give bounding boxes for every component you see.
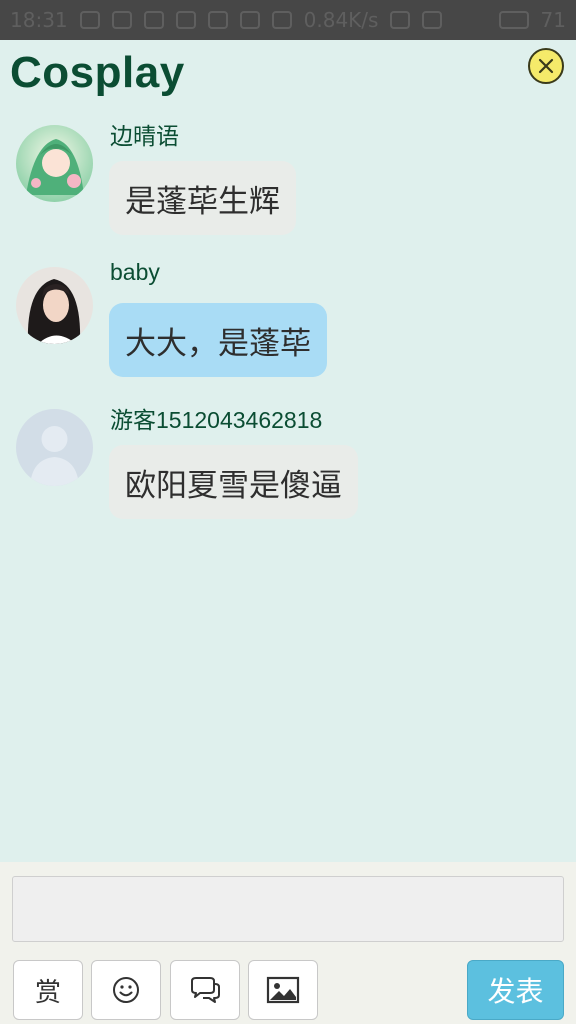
- message-icon: [111, 11, 132, 29]
- message-username: 边晴语: [110, 123, 179, 149]
- reward-button[interactable]: 赏: [13, 960, 83, 1020]
- keyboard-icon: [271, 11, 292, 29]
- emoji-button[interactable]: [91, 960, 161, 1020]
- app-icon: [207, 11, 228, 29]
- close-button[interactable]: [528, 48, 564, 84]
- shield-icon: [143, 11, 164, 29]
- message-username: baby: [110, 259, 160, 285]
- message-bubble: 是蓬荜生辉: [109, 161, 296, 235]
- smiley-icon: [113, 977, 139, 1003]
- chat-panel: Cosplay 边晴语 是蓬荜生辉 baby 大大，是蓬荜 游客15120434…: [0, 40, 576, 862]
- message-bubble: 大大，是蓬荜: [109, 303, 327, 377]
- notification-icon: [175, 11, 196, 29]
- avatar[interactable]: [16, 409, 93, 486]
- default-user-icon: [16, 409, 93, 486]
- reward-label: 赏: [34, 977, 61, 1008]
- close-icon: [538, 58, 554, 74]
- image-icon: [266, 976, 300, 1004]
- image-button[interactable]: [248, 960, 318, 1020]
- status-bar: 18:31 0.84K/s 71: [0, 0, 576, 40]
- wifi-icon: [390, 11, 411, 29]
- battery-level: 71: [540, 8, 566, 32]
- battery-icon: [498, 11, 529, 29]
- message-username: 游客1512043462818: [110, 407, 323, 433]
- chat-bubbles-icon: [191, 977, 220, 1003]
- send-button[interactable]: 发表: [467, 960, 564, 1020]
- composer-bar: 赏 发表: [0, 862, 576, 1024]
- status-time: 18:31: [10, 8, 68, 32]
- avatar[interactable]: [16, 267, 93, 344]
- avatar[interactable]: [16, 125, 93, 202]
- message-bubble: 欧阳夏雪是傻逼: [109, 445, 358, 519]
- sync-icon: [239, 11, 260, 29]
- network-speed: 0.84K/s: [303, 8, 379, 32]
- infinity-icon: [79, 11, 100, 29]
- signal-icon: [422, 11, 443, 29]
- page-title: Cosplay: [10, 48, 185, 97]
- chat-button[interactable]: [170, 960, 240, 1020]
- message-input[interactable]: [12, 876, 564, 942]
